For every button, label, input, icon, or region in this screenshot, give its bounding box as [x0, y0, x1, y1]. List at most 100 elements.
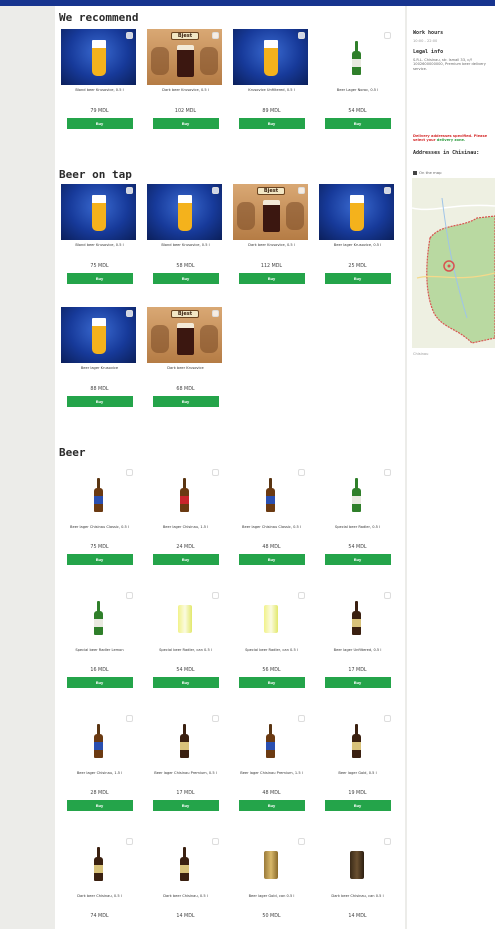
buy-button[interactable]: Buy: [66, 554, 133, 565]
favorite-icon[interactable]: [126, 310, 133, 317]
favorite-icon[interactable]: [384, 715, 391, 722]
product-card[interactable]: Beer lager Gold, can 0.5 l 50 MDL: [233, 835, 310, 923]
product-card[interactable]: Beer lager Krusovice, 0.5 l 25 MDL Buy: [319, 184, 396, 284]
product-name[interactable]: Special beer Radler, can 0.5 l: [233, 648, 310, 662]
buy-button[interactable]: Buy: [152, 554, 219, 565]
product-card[interactable]: Beer lager Chisinau Classic, 0.5 l 48 MD…: [233, 466, 310, 565]
product-card[interactable]: Beer lager Krusovice 88 MDL Buy: [61, 307, 138, 407]
product-name[interactable]: Beer lager Krusovice, 0.5 l: [319, 243, 396, 257]
favorite-icon[interactable]: [126, 592, 133, 599]
buy-button[interactable]: Buy: [152, 800, 219, 811]
buy-button[interactable]: Buy: [238, 677, 305, 688]
product-name[interactable]: Dark beer Chisinau, 0.5 l: [61, 894, 138, 908]
product-card[interactable]: Blond beer Krusovice, 0.5 l 75 MDL Buy: [61, 184, 138, 284]
map[interactable]: [412, 178, 495, 348]
product-name[interactable]: Special beer Radler Lemon: [61, 648, 138, 662]
product-name[interactable]: Beer lager Chisinau Premium, 0.5 l: [147, 771, 224, 785]
favorite-icon[interactable]: [212, 715, 219, 722]
product-image[interactable]: [61, 835, 136, 891]
buy-button[interactable]: Buy: [238, 273, 305, 284]
product-card[interactable]: Beer Lager Noroc, 0.5 l 54 MDL Buy: [319, 29, 396, 129]
product-image[interactable]: [147, 589, 222, 645]
product-card[interactable]: Beer lager Chisinau, 1.5 l 24 MDL Buy: [147, 466, 224, 565]
buy-button[interactable]: Buy: [152, 396, 219, 407]
favorite-icon[interactable]: [212, 310, 219, 317]
product-image[interactable]: [233, 835, 308, 891]
map-canvas[interactable]: [412, 178, 495, 348]
favorite-icon[interactable]: [212, 592, 219, 599]
favorite-icon[interactable]: [212, 469, 219, 476]
product-image[interactable]: [233, 466, 308, 522]
buy-button[interactable]: Buy: [66, 396, 133, 407]
favorite-icon[interactable]: [126, 32, 133, 39]
product-card[interactable]: Dark beer Chisinau, can 0.5 l 14 MDL: [319, 835, 396, 923]
product-name[interactable]: Beer lager Unfiltered, 0.5 l: [319, 648, 396, 662]
product-image[interactable]: [233, 589, 308, 645]
product-card[interactable]: Beer lager Chisinau, 1.5 l 28 MDL Buy: [61, 712, 138, 811]
favorite-icon[interactable]: [384, 187, 391, 194]
product-name[interactable]: Beer lager Chisinau, 1.5 l: [147, 525, 224, 539]
favorite-icon[interactable]: [126, 838, 133, 845]
product-card[interactable]: Special beer Radler, can 0.5 l 54 MDL Bu…: [147, 589, 224, 688]
delivery-zone-link[interactable]: delivery zone.: [437, 138, 466, 142]
product-card[interactable]: Bjest Dark beer Krusovice, 0.5 l 112 MDL…: [233, 184, 310, 284]
product-image[interactable]: [319, 712, 394, 768]
product-name[interactable]: Dark beer Chisinau, can 0.5 l: [319, 894, 396, 908]
buy-button[interactable]: Buy: [238, 800, 305, 811]
favorite-icon[interactable]: [126, 187, 133, 194]
favorite-icon[interactable]: [212, 838, 219, 845]
product-image[interactable]: [233, 712, 308, 768]
product-image[interactable]: [61, 29, 136, 85]
favorite-icon[interactable]: [384, 838, 391, 845]
buy-button[interactable]: Buy: [324, 554, 391, 565]
product-card[interactable]: Bjest Dark beer Krusovice, 0.5 l 102 MDL…: [147, 29, 224, 129]
favorite-icon[interactable]: [384, 469, 391, 476]
favorite-icon[interactable]: [298, 469, 305, 476]
favorite-icon[interactable]: [384, 592, 391, 599]
favorite-icon[interactable]: [212, 32, 219, 39]
product-card[interactable]: Beer lager Chisinau Premium, 1.5 l 48 MD…: [233, 712, 310, 811]
favorite-icon[interactable]: [212, 187, 219, 194]
buy-button[interactable]: Buy: [152, 273, 219, 284]
favorite-icon[interactable]: [298, 187, 305, 194]
product-name[interactable]: Blond beer Krusovice, 0.5 l: [61, 88, 138, 102]
product-card[interactable]: Dark beer Chisinau, 0.5 l 14 MDL: [147, 835, 224, 923]
checkbox-icon[interactable]: [413, 171, 417, 175]
product-card[interactable]: Beer lager Gold, 0.5 l 19 MDL Buy: [319, 712, 396, 811]
product-card[interactable]: Special beer Radler Lemon 16 MDL Buy: [61, 589, 138, 688]
favorite-icon[interactable]: [298, 592, 305, 599]
buy-button[interactable]: Buy: [66, 118, 133, 129]
product-image[interactable]: [319, 29, 394, 85]
favorite-icon[interactable]: [298, 32, 305, 39]
product-card[interactable]: Beer lager Unfiltered, 0.5 l 17 MDL Buy: [319, 589, 396, 688]
buy-button[interactable]: Buy: [238, 554, 305, 565]
product-name[interactable]: Beer lager Chisinau Classic, 0.5 l: [61, 525, 138, 539]
product-card[interactable]: Dark beer Chisinau, 0.5 l 74 MDL: [61, 835, 138, 923]
product-image[interactable]: Bjest: [147, 29, 222, 85]
buy-button[interactable]: Buy: [324, 118, 391, 129]
product-image[interactable]: [61, 307, 136, 363]
product-card[interactable]: Special beer Radler, 0.5 l 54 MDL Buy: [319, 466, 396, 565]
buy-button[interactable]: Buy: [66, 273, 133, 284]
product-image[interactable]: [61, 466, 136, 522]
product-image[interactable]: [319, 589, 394, 645]
product-image[interactable]: [233, 29, 308, 85]
product-card[interactable]: Blond beer Krusovice, 0.5 l 79 MDL Buy: [61, 29, 138, 129]
buy-button[interactable]: Buy: [66, 800, 133, 811]
buy-button[interactable]: Buy: [324, 677, 391, 688]
favorite-icon[interactable]: [126, 469, 133, 476]
product-image[interactable]: [319, 835, 394, 891]
buy-button[interactable]: Buy: [238, 118, 305, 129]
product-name[interactable]: Beer lager Chisinau, 1.5 l: [61, 771, 138, 785]
buy-button[interactable]: Buy: [66, 677, 133, 688]
product-image[interactable]: [319, 466, 394, 522]
buy-button[interactable]: Buy: [324, 273, 391, 284]
product-card[interactable]: Krusovice Unfiltered, 0.5 l 89 MDL Buy: [233, 29, 310, 129]
buy-button[interactable]: Buy: [152, 677, 219, 688]
product-name[interactable]: Beer lager Chisinau Classic, 0.5 l: [233, 525, 310, 539]
favorite-icon[interactable]: [298, 715, 305, 722]
product-name[interactable]: Dark beer Chisinau, 0.5 l: [147, 894, 224, 908]
map-checkbox[interactable]: On the map: [413, 170, 441, 175]
product-name[interactable]: Beer Lager Noroc, 0.5 l: [319, 88, 396, 102]
product-card[interactable]: Blond beer Krusovice, 0.5 l 58 MDL Buy: [147, 184, 224, 284]
